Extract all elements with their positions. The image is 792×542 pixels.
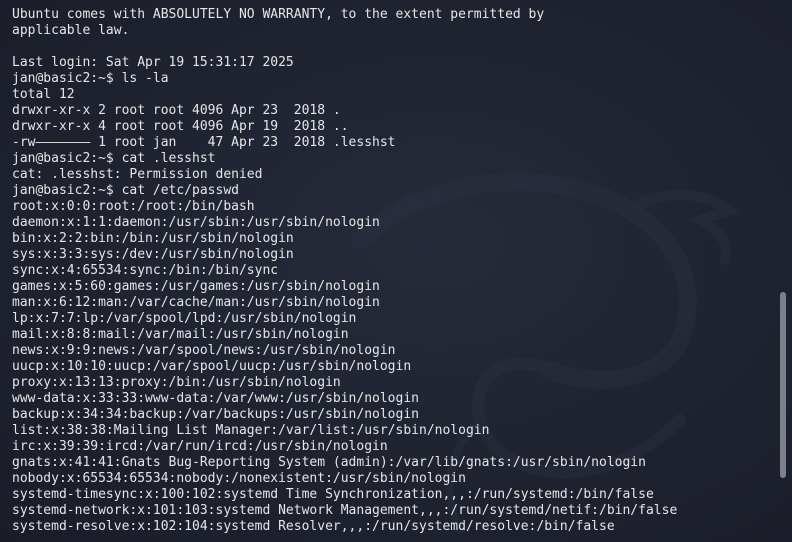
terminal-line: applicable law. (12, 23, 130, 38)
terminal-line: systemd-network:x:101:103:systemd Networ… (12, 503, 678, 518)
terminal-line: uucp:x:10:10:uucp:/var/spool/uucp:/usr/s… (12, 359, 412, 374)
terminal-line: www-data:x:33:33:www-data:/var/www:/usr/… (12, 391, 419, 406)
terminal-line: cat: .lesshst: Permission denied (12, 167, 263, 182)
terminal-line: Last login: Sat Apr 19 15:31:17 2025 (12, 55, 294, 70)
terminal-line: proxy:x:13:13:proxy:/bin:/usr/sbin/nolog… (12, 375, 341, 390)
terminal-line: lp:x:7:7:lp:/var/spool/lpd:/usr/sbin/nol… (12, 311, 357, 326)
terminal-line: root:x:0:0:root:/root:/bin/bash (12, 199, 255, 214)
terminal-output: Ubuntu comes with ABSOLUTELY NO WARRANTY… (12, 7, 772, 535)
terminal-line: total 12 (12, 87, 75, 102)
terminal-line: daemon:x:1:1:daemon:/usr/sbin:/usr/sbin/… (12, 215, 380, 230)
terminal-line: irc:x:39:39:ircd:/var/run/ircd:/usr/sbin… (12, 439, 388, 454)
terminal-line: man:x:6:12:man:/var/cache/man:/usr/sbin/… (12, 295, 380, 310)
terminal-line: news:x:9:9:news:/var/spool/news:/usr/sbi… (12, 343, 396, 358)
terminal-line: systemd-resolve:x:102:104:systemd Resolv… (12, 519, 615, 534)
terminal-line: mail:x:8:8:mail:/var/mail:/usr/sbin/nolo… (12, 327, 349, 342)
scrollbar-thumb[interactable] (780, 292, 786, 478)
terminal-line: nobody:x:65534:65534:nobody:/nonexistent… (12, 471, 466, 486)
terminal-line: sync:x:4:65534:sync:/bin:/bin/sync (12, 263, 279, 278)
terminal-line: drwxr-xr-x 2 root root 4096 Apr 23 2018 … (12, 103, 341, 118)
terminal-line: drwxr-xr-x 4 root root 4096 Apr 19 2018 … (12, 119, 349, 134)
terminal-line: jan@basic2:~$ cat .lesshst (12, 151, 216, 166)
terminal-line: -rw——————— 1 root jan 47 Apr 23 2018 .le… (12, 135, 396, 150)
terminal-line: gnats:x:41:41:Gnats Bug-Reporting System… (12, 455, 646, 470)
terminal-line: backup:x:34:34:backup:/var/backups:/usr/… (12, 407, 419, 422)
terminal-line: sys:x:3:3:sys:/dev:/usr/sbin/nologin (12, 247, 294, 262)
terminal-line: jan@basic2:~$ ls -la (12, 71, 169, 86)
terminal-line: list:x:38:38:Mailing List Manager:/var/l… (12, 423, 490, 438)
terminal-line: jan@basic2:~$ cat /etc/passwd (12, 183, 239, 198)
terminal-line: Ubuntu comes with ABSOLUTELY NO WARRANTY… (12, 7, 545, 22)
terminal-line: bin:x:2:2:bin:/bin:/usr/sbin/nologin (12, 231, 294, 246)
terminal-line: systemd-timesync:x:100:102:systemd Time … (12, 487, 654, 502)
terminal-window[interactable]: Ubuntu comes with ABSOLUTELY NO WARRANTY… (0, 0, 792, 542)
terminal-line: games:x:5:60:games:/usr/games:/usr/sbin/… (12, 279, 380, 294)
